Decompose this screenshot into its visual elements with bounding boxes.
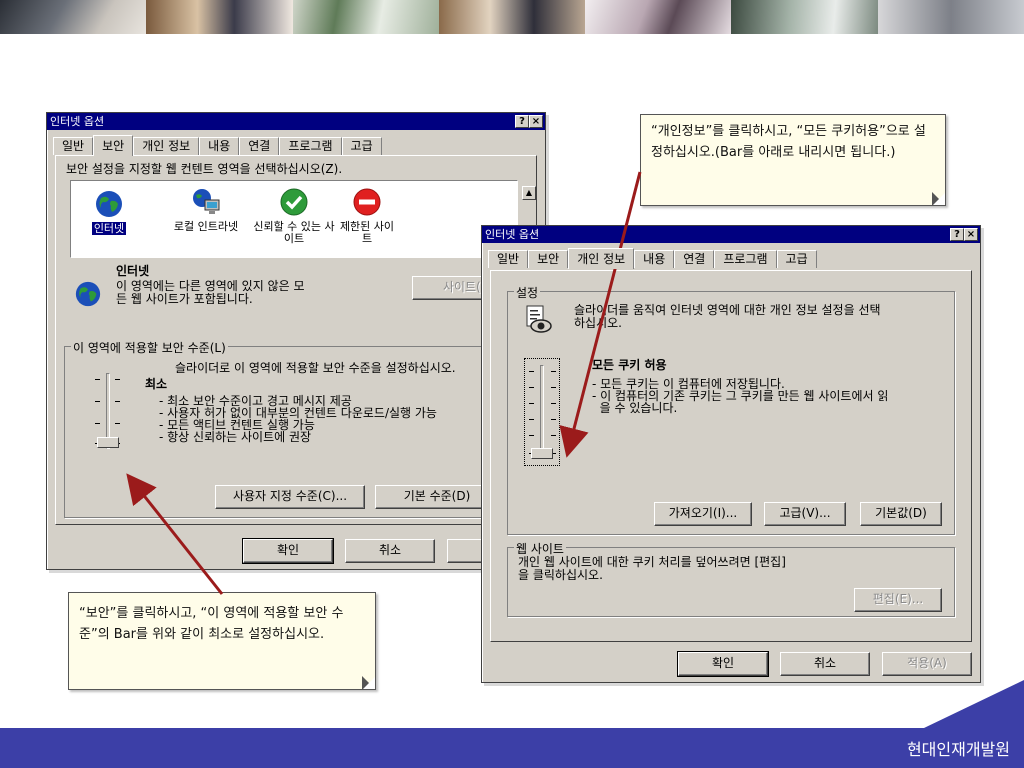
arrow-overlay bbox=[126, 171, 642, 595]
arrow-to-security-slider bbox=[126, 473, 224, 595]
arrow-to-privacy-slider bbox=[559, 171, 642, 458]
tab-security[interactable]: 보안 bbox=[93, 135, 134, 156]
tab-privacy[interactable]: 개인 정보 bbox=[568, 248, 635, 269]
footer-brand: 현대인재개발원 bbox=[906, 740, 1010, 759]
footer-bar: 현대인재개발원 bbox=[0, 680, 1024, 768]
